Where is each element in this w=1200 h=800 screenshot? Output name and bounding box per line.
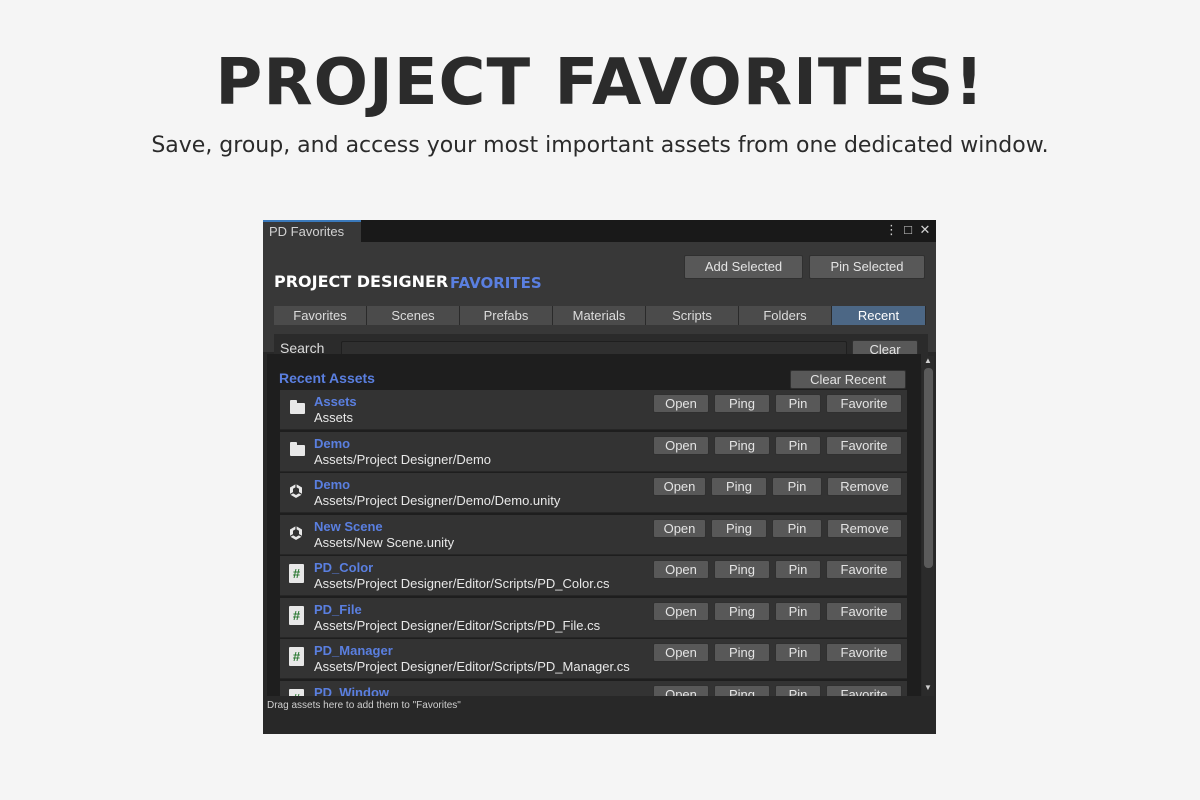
- tab-prefabs[interactable]: Prefabs: [460, 306, 553, 325]
- open-button[interactable]: Open: [653, 519, 706, 538]
- clear-recent-button[interactable]: Clear Recent: [790, 370, 906, 389]
- add-selected-button[interactable]: Add Selected: [684, 255, 803, 279]
- list-item[interactable]: Assets Assets Open Ping Pin Favorite: [280, 390, 907, 430]
- unity-scene-icon: [288, 525, 304, 541]
- vertical-scrollbar[interactable]: ▲ ▼: [922, 356, 934, 696]
- scroll-down-icon[interactable]: ▼: [923, 683, 933, 693]
- hero-subtitle: Save, group, and access your most import…: [151, 133, 1049, 158]
- section-title: Recent Assets: [279, 370, 375, 386]
- tab-scripts[interactable]: Scripts: [646, 306, 739, 325]
- pin-selected-button[interactable]: Pin Selected: [809, 255, 925, 279]
- asset-path: Assets/Project Designer/Editor/Scripts/P…: [314, 659, 630, 674]
- window-header: PROJECT DESIGNER FAVORITES Add Selected …: [263, 242, 936, 368]
- ping-button[interactable]: Ping: [714, 602, 770, 621]
- open-button[interactable]: Open: [653, 436, 709, 455]
- asset-name[interactable]: New Scene: [314, 519, 383, 534]
- brand-title: PROJECT DESIGNER: [274, 272, 449, 291]
- tab-scenes[interactable]: Scenes: [367, 306, 460, 325]
- open-button[interactable]: Open: [653, 602, 709, 621]
- drop-zone-hint: Drag assets here to add them to "Favorit…: [267, 700, 461, 711]
- remove-button[interactable]: Remove: [827, 519, 902, 538]
- list-item[interactable]: Demo Assets/Project Designer/Demo Open Ping…: [280, 432, 907, 472]
- open-button[interactable]: Open: [653, 685, 709, 696]
- favorite-button[interactable]: Favorite: [826, 394, 902, 413]
- brand-accent: FAVORITES: [450, 274, 542, 292]
- ping-button[interactable]: Ping: [714, 685, 770, 696]
- list-item[interactable]: # PD_Color Assets/Project Designer/Editor/…: [280, 556, 907, 596]
- recent-assets-list: Recent Assets Clear Recent Assets Assets O…: [267, 354, 921, 696]
- csharp-script-icon: #: [289, 564, 304, 583]
- pin-button[interactable]: Pin: [775, 602, 821, 621]
- pin-button[interactable]: Pin: [775, 685, 821, 696]
- asset-path: Assets/Project Designer/Editor/Scripts/P…: [314, 618, 601, 633]
- list-item[interactable]: # PD_File Assets/Project Designer/Editor/S…: [280, 598, 907, 638]
- scroll-thumb[interactable]: [924, 368, 933, 568]
- pin-button[interactable]: Pin: [772, 477, 822, 496]
- asset-name[interactable]: PD_Manager: [314, 643, 393, 658]
- csharp-script-icon: #: [289, 606, 304, 625]
- tab-recent[interactable]: Recent: [832, 306, 926, 325]
- ping-button[interactable]: Ping: [714, 643, 770, 662]
- open-button[interactable]: Open: [653, 643, 709, 662]
- ping-button[interactable]: Ping: [714, 560, 770, 579]
- csharp-script-icon: #: [289, 647, 304, 666]
- favorite-button[interactable]: Favorite: [826, 602, 902, 621]
- pin-button[interactable]: Pin: [772, 519, 822, 538]
- pin-button[interactable]: Pin: [775, 394, 821, 413]
- csharp-script-icon: #: [289, 689, 304, 696]
- hero-title: PROJECT FAVORITES!: [215, 46, 985, 120]
- unity-scene-icon: [288, 483, 304, 499]
- open-button[interactable]: Open: [653, 394, 709, 413]
- scroll-up-icon[interactable]: ▲: [923, 356, 933, 366]
- category-tabs: Favorites Scenes Prefabs Materials Scripts Fo…: [274, 306, 928, 325]
- favorites-window: PD Favorites ⋮ □ ✕ PROJECT DESIGNER FAVO…: [263, 220, 936, 734]
- asset-path: Assets/New Scene.unity: [314, 535, 455, 550]
- asset-path: Assets/Project Designer/Demo: [314, 452, 492, 467]
- maximize-icon[interactable]: □: [901, 222, 915, 238]
- asset-path: Assets: [314, 410, 354, 425]
- open-button[interactable]: Open: [653, 560, 709, 579]
- asset-name[interactable]: PD_Window: [314, 685, 389, 696]
- favorite-button[interactable]: Favorite: [826, 685, 902, 696]
- remove-button[interactable]: Remove: [827, 477, 902, 496]
- drop-zone[interactable]: Drag assets here to add them to "Favorit…: [263, 696, 936, 734]
- pin-button[interactable]: Pin: [775, 643, 821, 662]
- favorite-button[interactable]: Favorite: [826, 436, 902, 455]
- pin-button[interactable]: Pin: [775, 436, 821, 455]
- asset-name[interactable]: Demo: [314, 436, 350, 451]
- ping-button[interactable]: Ping: [714, 436, 770, 455]
- window-tab[interactable]: PD Favorites: [263, 220, 361, 242]
- tab-favorites[interactable]: Favorites: [274, 306, 367, 325]
- list-item[interactable]: # PD_Manager Assets/Project Designer/Edito…: [280, 639, 907, 679]
- tab-materials[interactable]: Materials: [553, 306, 646, 325]
- tab-folders[interactable]: Folders: [739, 306, 832, 325]
- favorite-button[interactable]: Favorite: [826, 643, 902, 662]
- ping-button[interactable]: Ping: [711, 519, 767, 538]
- pin-button[interactable]: Pin: [775, 560, 821, 579]
- asset-name[interactable]: Demo: [314, 477, 350, 492]
- asset-name[interactable]: PD_Color: [314, 560, 373, 575]
- list-item[interactable]: # PD_Window Open Ping Pin Favorite: [280, 681, 907, 696]
- asset-path: Assets/Project Designer/Editor/Scripts/P…: [314, 576, 610, 591]
- list-item[interactable]: Demo Assets/Project Designer/Demo/Demo.un…: [280, 473, 907, 513]
- open-button[interactable]: Open: [653, 477, 706, 496]
- window-titlebar: PD Favorites ⋮ □ ✕: [263, 220, 936, 242]
- asset-name[interactable]: PD_File: [314, 602, 362, 617]
- ping-button[interactable]: Ping: [711, 477, 767, 496]
- asset-name[interactable]: Assets: [314, 394, 357, 409]
- list-item[interactable]: New Scene Assets/New Scene.unity Open Ping P…: [280, 515, 907, 555]
- asset-path: Assets/Project Designer/Demo/Demo.unity: [314, 493, 561, 508]
- more-options-icon[interactable]: ⋮: [885, 222, 898, 238]
- ping-button[interactable]: Ping: [714, 394, 770, 413]
- close-icon[interactable]: ✕: [918, 222, 932, 238]
- favorite-button[interactable]: Favorite: [826, 560, 902, 579]
